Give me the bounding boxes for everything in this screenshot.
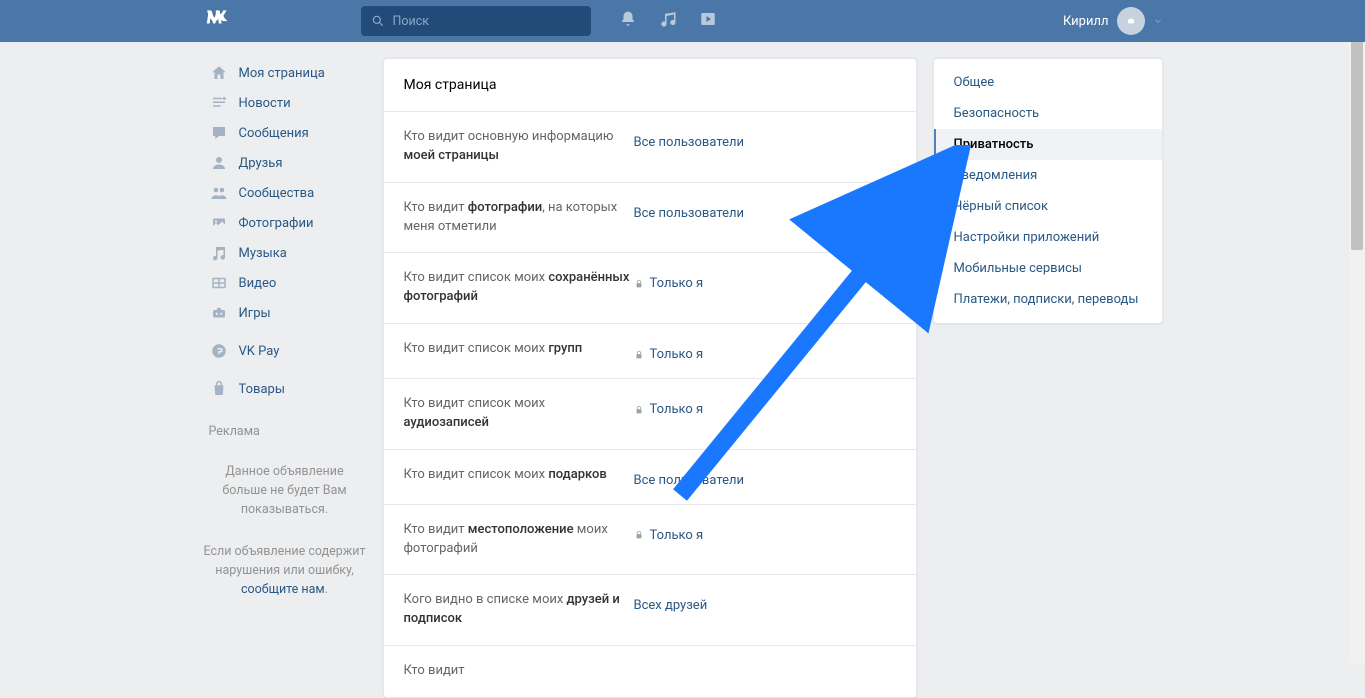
lock-icon <box>634 529 644 541</box>
row-value[interactable]: Всех друзей <box>634 591 708 613</box>
sidebar-item-label: Новости <box>239 96 291 111</box>
sidebar-item[interactable]: Товары <box>203 374 367 404</box>
nav-icon <box>209 243 229 263</box>
privacy-row: Кого видно в списке моих друзей и подпис… <box>384 574 916 645</box>
ad-text-1: Данное объявление больше не будет Вам по… <box>203 463 367 519</box>
privacy-row: Кто видит список моих сохранённых фотогр… <box>384 252 916 323</box>
scrollbar[interactable] <box>1349 0 1365 663</box>
sidebar: Моя страница Новости Сообщения Друзья Сообще… <box>203 58 367 698</box>
privacy-row: Кто видит список моих подарковВсе пользо… <box>384 449 916 504</box>
chevron-down-icon <box>1153 16 1163 26</box>
row-value[interactable]: Все пользователи <box>634 128 745 150</box>
search-box[interactable] <box>361 6 591 36</box>
nav-icon <box>209 379 229 399</box>
settings-tabs: ОбщееБезопасностьПриватностьУведомленияЧ… <box>933 58 1163 324</box>
username: Кирилл <box>1063 14 1109 29</box>
sidebar-item[interactable]: Сообщения <box>203 118 367 148</box>
row-label: Кто видит список моих групп <box>404 340 634 359</box>
row-label: Кто видит <box>404 662 634 681</box>
sidebar-item[interactable]: Игры <box>203 298 367 328</box>
nav-icon <box>209 213 229 233</box>
lock-icon <box>634 404 644 416</box>
sidebar-item[interactable]: VK Pay <box>203 336 367 366</box>
sidebar-item-label: Музыка <box>239 246 287 261</box>
header-icons <box>619 10 717 32</box>
layout: Моя страница Новости Сообщения Друзья Сообще… <box>203 42 1163 698</box>
content-title: Моя страница <box>384 59 916 111</box>
ad-label: Реклама <box>203 424 367 439</box>
sidebar-item[interactable]: Фотографии <box>203 208 367 238</box>
row-value[interactable]: Только я <box>634 340 704 362</box>
sidebar-item[interactable]: Новости <box>203 88 367 118</box>
row-value[interactable]: Только я <box>634 521 704 543</box>
sidebar-item[interactable]: Моя страница <box>203 58 367 88</box>
search-input[interactable] <box>393 14 581 29</box>
row-value[interactable]: Все пользователи <box>634 466 745 488</box>
main: Моя страница Кто видит основную информац… <box>383 58 1163 698</box>
avatar <box>1117 7 1145 35</box>
sidebar-item-label: Фотографии <box>239 216 314 231</box>
header: Кирилл <box>0 0 1365 42</box>
row-label: Кто видит список моих подарков <box>404 466 634 485</box>
lock-icon <box>634 278 644 290</box>
privacy-row: Кто видит список моих аудиозаписейТолько… <box>384 378 916 449</box>
row-label: Кто видит местоположение моих фотографий <box>404 521 634 559</box>
sidebar-item-label: Товары <box>239 382 285 397</box>
settings-tab[interactable]: Мобильные сервисы <box>934 253 1162 284</box>
row-value[interactable]: Все пользователи <box>634 199 745 221</box>
sidebar-item-label: Видео <box>239 276 277 291</box>
sidebar-item-label: Моя страница <box>239 66 325 81</box>
privacy-row: Кто видит местоположение моих фотографий… <box>384 504 916 575</box>
nav-icon <box>209 63 229 83</box>
sidebar-item-label: VK Pay <box>239 344 280 359</box>
nav-icon <box>209 93 229 113</box>
user-menu[interactable]: Кирилл <box>1063 7 1163 35</box>
row-label: Кто видит список моих аудиозаписей <box>404 395 634 433</box>
row-label: Кого видно в списке моих друзей и подпис… <box>404 591 634 629</box>
sidebar-item-label: Сообщения <box>239 126 309 141</box>
privacy-row: Кто видит основную информацию моей стран… <box>384 111 916 182</box>
privacy-row: Кто видит список моих группТолько я <box>384 323 916 378</box>
privacy-row: Кто видит <box>384 645 916 697</box>
nav-icon <box>209 303 229 323</box>
row-label: Кто видит список моих сохранённых фотогр… <box>404 269 634 307</box>
nav-icon <box>209 153 229 173</box>
row-value[interactable]: Только я <box>634 395 704 417</box>
sidebar-item[interactable]: Видео <box>203 268 367 298</box>
settings-tab[interactable]: Безопасность <box>934 98 1162 129</box>
settings-tab[interactable]: Настройки приложений <box>934 222 1162 253</box>
play-icon[interactable] <box>699 10 717 32</box>
music-icon[interactable] <box>659 10 677 32</box>
settings-tab[interactable]: Приватность <box>934 129 1162 160</box>
ad-text-2: Если объявление содержит нарушения или о… <box>203 543 367 599</box>
lock-icon <box>634 349 644 361</box>
row-value[interactable]: Только я <box>634 269 704 291</box>
row-label: Кто видит фотографии, на которых меня от… <box>404 199 634 237</box>
sidebar-item-label: Друзья <box>239 156 283 171</box>
settings-tab[interactable]: Уведомления <box>934 160 1162 191</box>
sidebar-item[interactable]: Музыка <box>203 238 367 268</box>
sidebar-item-label: Игры <box>239 306 271 321</box>
search-icon <box>371 14 385 28</box>
header-inner: Кирилл <box>203 6 1163 37</box>
bell-icon[interactable] <box>619 10 637 32</box>
privacy-row: Кто видит фотографии, на которых меня от… <box>384 182 916 253</box>
row-label: Кто видит основную информацию моей стран… <box>404 128 634 166</box>
content-panel: Моя страница Кто видит основную информац… <box>383 58 917 698</box>
nav-icon <box>209 123 229 143</box>
sidebar-item-label: Сообщества <box>239 186 315 201</box>
sidebar-item[interactable]: Друзья <box>203 148 367 178</box>
nav-icon <box>209 341 229 361</box>
settings-tab[interactable]: Платежи, подписки, переводы <box>934 284 1162 315</box>
settings-tab[interactable]: Общее <box>934 67 1162 98</box>
nav-icon <box>209 183 229 203</box>
settings-tab[interactable]: Чёрный список <box>934 191 1162 222</box>
vk-logo[interactable] <box>203 6 353 37</box>
sidebar-item[interactable]: Сообщества <box>203 178 367 208</box>
ad-report-link[interactable]: сообщите нам <box>241 582 325 597</box>
nav-icon <box>209 273 229 293</box>
